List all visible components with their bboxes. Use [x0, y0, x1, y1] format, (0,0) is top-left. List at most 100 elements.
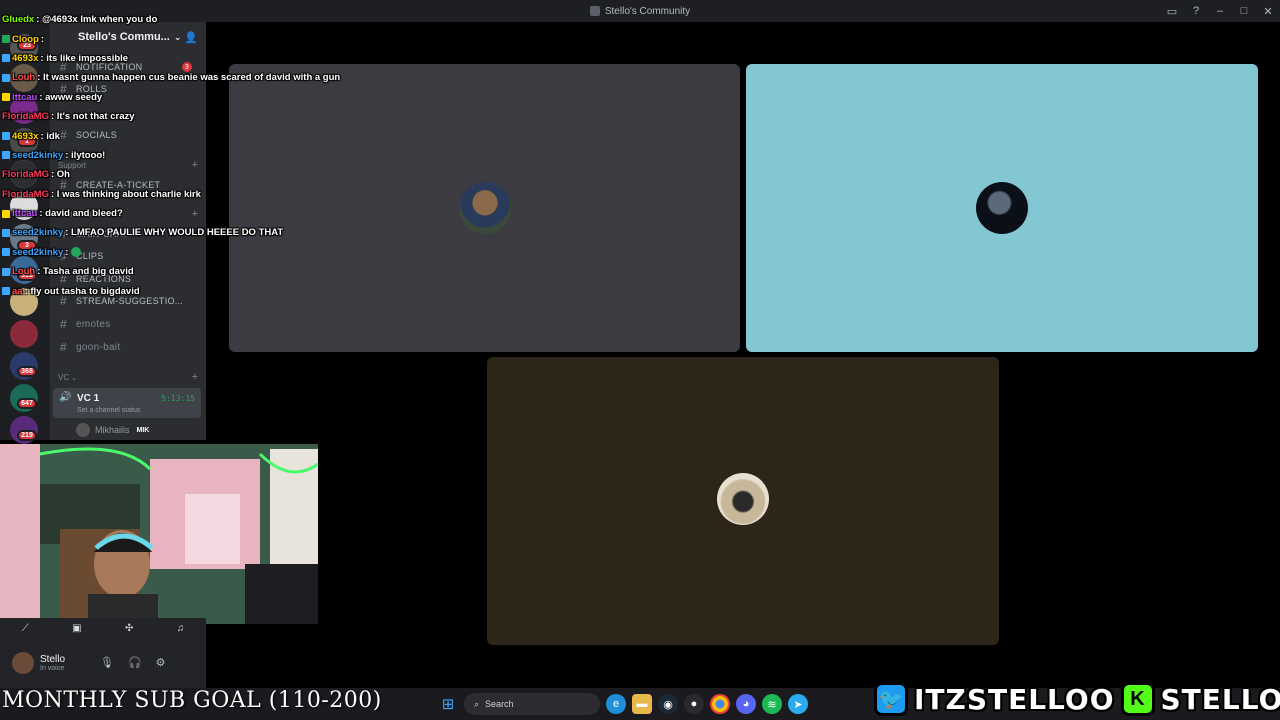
participant-tile[interactable] [487, 357, 999, 645]
chat-text: : its like impossible [40, 52, 129, 64]
chat-username: FloridaMG [2, 169, 49, 181]
user-controls: 🎙 🎧 ⚙ [100, 656, 166, 669]
taskbar-icons: ⊞ ⌕ Search e ▬ ◉ ● ◕ ≋ ➤ [438, 692, 808, 716]
steam-icon[interactable]: ◉ [658, 694, 678, 714]
user-info[interactable]: Stello In voice [12, 652, 65, 674]
webcam-feed [0, 444, 318, 624]
notification-badge: 647 [17, 398, 37, 409]
avatar [459, 182, 511, 234]
chat-text: : david and bleed? [39, 208, 123, 220]
telegram-icon[interactable]: ➤ [788, 694, 808, 714]
channel-label: goon-bait [76, 341, 121, 353]
microphone-icon[interactable]: 🎙 [100, 656, 114, 669]
discord-icon[interactable]: ◕ [736, 694, 756, 714]
chat-message: Gluedx: @4693x lmk when you do [2, 10, 422, 29]
channel-emotes[interactable]: # emotes [56, 314, 200, 334]
badge-icon [2, 35, 10, 44]
username: Stello [40, 654, 66, 665]
file-explorer-icon[interactable]: ▬ [632, 694, 652, 714]
chat-message: Louh: Tasha and big david [2, 262, 422, 281]
title-bar-controls: ▭ ? – □ ✕ [1160, 0, 1280, 22]
user-status: In voice [40, 665, 65, 672]
voice-member[interactable]: Mikhailis MIK [76, 422, 152, 438]
sub-goal-overlay: MONTHLY SUB GOAL (110-200) [2, 688, 382, 713]
camera-icon[interactable]: ⟋ [22, 623, 29, 634]
chat-message: FloridaMG: Oh [2, 165, 422, 184]
chat-text: : ilytooo! [65, 149, 106, 161]
avatar [76, 423, 90, 437]
badge-icon [2, 151, 10, 160]
chat-username: seed2kinky [12, 246, 64, 258]
voice-channel-name: VC 1 [77, 393, 100, 404]
chat-text: : awww seedy [39, 91, 103, 103]
badge-icon [2, 54, 10, 63]
chat-message: ittcau: awww seedy [2, 88, 422, 107]
badge-icon [2, 267, 10, 276]
activities-icon[interactable]: ✣ [125, 623, 133, 634]
chat-username: FloridaMG [2, 188, 49, 200]
chat-message: FloridaMG: I was thinking about charlie … [2, 185, 422, 204]
add-channel-icon[interactable]: + [192, 371, 198, 383]
badge-icon [2, 209, 10, 218]
screen-share-icon[interactable]: ▣ [72, 623, 81, 634]
chat-message: seed2kinky: ilytooo! [2, 146, 422, 165]
server-icon [589, 6, 600, 16]
chat-text: : Tasha and big david [37, 266, 134, 278]
chrome-icon[interactable] [710, 694, 730, 714]
badge-icon [2, 73, 10, 82]
obs-icon[interactable]: ● [684, 694, 704, 714]
chat-message: FloridaMG: It's not that crazy [2, 107, 422, 126]
help-icon[interactable]: ? [1184, 0, 1208, 22]
search-placeholder: Search [485, 699, 514, 709]
chat-username: Gluedx [2, 14, 35, 26]
participant-tile[interactable] [746, 64, 1258, 352]
avatar [976, 182, 1028, 234]
start-icon[interactable]: ⊞ [438, 694, 458, 714]
server-icon[interactable] [10, 320, 38, 348]
channel-status-link[interactable]: Set a channel status [77, 407, 140, 414]
chat-text: : idk [40, 130, 60, 142]
chat-text: : Oh [50, 169, 70, 181]
maximize-button[interactable]: □ [1232, 0, 1256, 22]
spotify-icon[interactable]: ≋ [762, 694, 782, 714]
inbox-icon[interactable]: ▭ [1160, 0, 1184, 22]
badge-icon [2, 93, 10, 102]
channel-label: emotes [76, 318, 111, 330]
voice-timer: 5:13:15 [161, 394, 195, 403]
member-tag: MIK [134, 426, 152, 434]
window-title-text: Stello's Community [604, 5, 691, 17]
hash-icon: # [60, 317, 67, 331]
chat-message: ittcau: david and bleed? [2, 204, 422, 223]
chat-message: seed2kinky: [2, 243, 422, 262]
close-button[interactable]: ✕ [1256, 0, 1280, 22]
twitter-icon: 🐦 [874, 682, 908, 716]
gear-icon[interactable]: ⚙ [156, 656, 166, 669]
stream-chat-overlay: Gluedx: @4693x lmk when you do Cloop: 46… [2, 10, 422, 301]
headphones-icon[interactable]: 🎧 [128, 656, 142, 669]
chat-username: Louh [12, 72, 36, 84]
avatar [12, 652, 34, 674]
chat-message: 4693x: its like impossible [2, 49, 422, 68]
chat-username: FloridaMG [2, 111, 49, 123]
hash-icon: # [60, 340, 67, 354]
chat-username: seed2kinky [12, 227, 64, 239]
channel-goon-bait[interactable]: # goon-bait [56, 337, 200, 357]
chat-text: : It wasnt gunna happen cus beanie was s… [37, 72, 341, 84]
edge-icon[interactable]: e [606, 694, 626, 714]
chat-message: seed2kinky: LMFAO PAULIE WHY WOULD HEEEE… [2, 223, 422, 242]
chat-message: 4693x: idk [2, 126, 422, 145]
search-box[interactable]: ⌕ Search [464, 693, 600, 715]
chat-text: : LMFAO PAULIE WHY WOULD HEEEE DO THAT [65, 227, 284, 239]
minimize-button[interactable]: – [1208, 0, 1232, 22]
chat-text: : [40, 33, 45, 45]
kick-handle: STELLOOO [1160, 682, 1280, 716]
kick-icon: K [1120, 682, 1155, 716]
badge-icon [2, 248, 10, 257]
soundboard-icon[interactable]: ♫ [177, 623, 185, 634]
chat-username: 4693x [12, 130, 39, 142]
voice-channel-vc1[interactable]: 🔊 VC 1 5:13:15 Set a channel status [53, 388, 201, 418]
webcam-overlay [0, 444, 318, 624]
category-label: VC [58, 373, 70, 382]
category-vc[interactable]: VC ⌄ + [58, 371, 198, 383]
chat-text: : I was thinking about charlie kirk [50, 188, 201, 200]
